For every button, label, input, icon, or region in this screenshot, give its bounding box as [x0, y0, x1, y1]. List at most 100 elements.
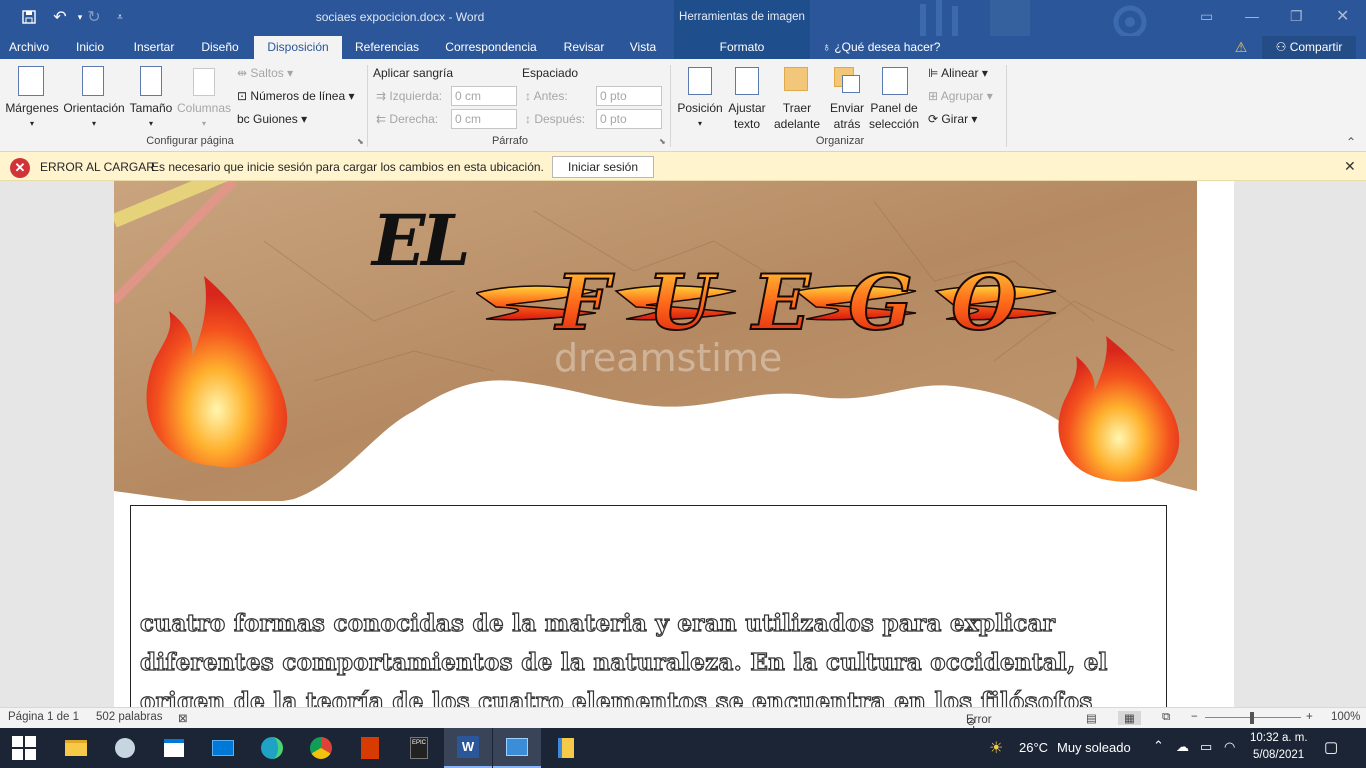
group-separator: [670, 65, 671, 147]
chevron-up-icon[interactable]: ⌃: [1153, 738, 1164, 754]
notifications-icon[interactable]: ▢: [1324, 738, 1338, 756]
onedrive-icon[interactable]: ☁: [1176, 739, 1189, 755]
print-layout-icon[interactable]: ▦: [1118, 711, 1141, 725]
chrome-icon[interactable]: [297, 728, 345, 768]
start-button[interactable]: [0, 728, 48, 768]
warning-icon[interactable]: ⚠: [1230, 36, 1252, 59]
tab-formato[interactable]: Formato: [674, 36, 810, 59]
group-label-arrange: Organizar: [815, 135, 865, 147]
document-page[interactable]: dreamstime EL FUEGO cuatro formas conoci…: [114, 181, 1234, 707]
orientation-icon: [82, 66, 104, 96]
message-text: Es necesario que inicie sesión para carg…: [151, 160, 544, 174]
text-box[interactable]: cuatro formas conocidas de la materia y …: [130, 505, 1167, 707]
tab-inicio[interactable]: Inicio: [66, 36, 114, 59]
clock-date[interactable]: 5/08/2021: [1253, 749, 1304, 761]
ribbon-display-options-icon[interactable]: ▭: [1200, 8, 1213, 25]
indent-right-icon: ⇇: [376, 112, 387, 126]
collapse-ribbon-icon[interactable]: ⌃: [1346, 135, 1356, 149]
office-icon[interactable]: [346, 728, 394, 768]
align-icon: ⊫: [928, 66, 939, 80]
web-layout-icon[interactable]: ⧉: [1162, 711, 1170, 724]
spacing-after-icon: ↕: [525, 112, 531, 126]
maximize-button[interactable]: ❐: [1290, 8, 1303, 25]
fuego-text: FUEGO: [554, 263, 1055, 343]
group-label-page-setup: Configurar página: [146, 135, 234, 147]
proofing-icon[interactable]: ⊠: [178, 711, 188, 725]
page-setup-launcher-icon[interactable]: ⬊: [357, 137, 364, 146]
tab-archivo[interactable]: Archivo: [0, 36, 58, 59]
lightbulb-icon: ♁: [822, 40, 831, 54]
wrap-text-icon: [735, 67, 759, 95]
tab-disposicion[interactable]: Disposición: [254, 36, 342, 59]
zoom-slider-thumb[interactable]: [1250, 712, 1254, 724]
title-decoration: [920, 0, 1147, 36]
weather-temp[interactable]: 26°C: [1019, 740, 1048, 755]
close-button[interactable]: ✕: [1336, 6, 1349, 26]
minimize-button[interactable]: —: [1245, 8, 1259, 24]
tab-revisar[interactable]: Revisar: [556, 36, 612, 59]
ribbon-tabs: Archivo Inicio Insertar Diseño Disposici…: [0, 36, 1366, 59]
chevron-down-icon: ▾: [29, 119, 34, 128]
rotate-button[interactable]: ⟳ Girar ▾: [928, 112, 977, 126]
hyphenation-button[interactable]: bc Guiones ▾: [237, 112, 307, 126]
spacing-before-icon: ↕: [525, 89, 531, 103]
spacing-after-input[interactable]: 0 pto: [596, 109, 662, 129]
breaks-icon: ⇹: [237, 66, 248, 80]
heading-el: EL: [372, 199, 471, 282]
message-title: ERROR AL CARGAR: [40, 160, 155, 174]
align-button[interactable]: ⊫ Alinear ▾: [928, 66, 988, 80]
tell-me-search[interactable]: ♁ ¿Qué desea hacer?: [822, 36, 952, 59]
sign-in-button[interactable]: Iniciar sesión: [552, 156, 654, 178]
store-icon[interactable]: [150, 728, 198, 768]
document-area[interactable]: dreamstime EL FUEGO cuatro formas conoci…: [0, 181, 1366, 707]
zoom-in-button[interactable]: +: [1306, 711, 1313, 723]
share-button[interactable]: ⚇ Compartir: [1262, 36, 1356, 59]
group-icon: ⊞: [928, 89, 939, 103]
read-mode-icon[interactable]: ▤: [1086, 711, 1097, 725]
word-count[interactable]: 502 palabras: [96, 711, 163, 723]
paragraph-launcher-icon[interactable]: ⬊: [659, 137, 666, 146]
battery-icon[interactable]: ▭: [1200, 739, 1212, 755]
word-taskbar-icon[interactable]: W: [444, 728, 492, 768]
zoom-level[interactable]: 100%: [1331, 711, 1360, 723]
status-bar: Página 1 de 1 502 palabras ⊠ ⊘ Error al …: [0, 707, 1366, 750]
steam-icon[interactable]: [101, 728, 149, 768]
document-line: diferentes comportamientos de la natural…: [139, 648, 1108, 676]
windows-icon: [12, 736, 36, 760]
mail-icon[interactable]: [199, 728, 247, 768]
indent-title: Aplicar sangría: [373, 66, 454, 80]
chevron-down-icon: ▾: [201, 119, 206, 128]
close-message-icon[interactable]: ✕: [1344, 158, 1356, 175]
person-icon: ⚇: [1275, 40, 1287, 54]
weather-icon[interactable]: ☀: [989, 738, 1003, 758]
zoom-out-button[interactable]: −: [1191, 711, 1198, 723]
tab-diseno[interactable]: Diseño: [192, 36, 248, 59]
spacing-before-input[interactable]: 0 pto: [596, 86, 662, 106]
tab-vista[interactable]: Vista: [622, 36, 664, 59]
folder-taskbar-icon[interactable]: [542, 728, 590, 768]
tab-insertar[interactable]: Insertar: [124, 36, 184, 59]
document-line: origen de la teoría de los cuatro elemen…: [139, 687, 1093, 707]
clock-time[interactable]: 10:32 a. m.: [1250, 732, 1308, 744]
weather-desc[interactable]: Muy soleado: [1057, 740, 1131, 755]
tab-correspondencia[interactable]: Correspondencia: [436, 36, 546, 59]
chevron-down-icon: ▾: [91, 119, 96, 128]
message-bar: ✕ ERROR AL CARGAR Es necesario que inici…: [0, 152, 1366, 181]
selection-pane-icon: [882, 67, 908, 95]
photos-taskbar-icon[interactable]: [493, 728, 541, 768]
indent-left-input[interactable]: 0 cm: [451, 86, 517, 106]
wifi-icon[interactable]: ◠: [1224, 739, 1235, 755]
edge-icon[interactable]: [248, 728, 296, 768]
epic-games-icon[interactable]: EPIC: [395, 728, 443, 768]
fuego-wordart[interactable]: FUEGO: [476, 263, 1210, 343]
file-explorer-icon[interactable]: [52, 728, 100, 768]
spacing-title: Espaciado: [522, 66, 579, 80]
page-count[interactable]: Página 1 de 1: [8, 711, 79, 723]
indent-right-input[interactable]: 0 cm: [451, 109, 517, 129]
bring-forward-icon: [784, 67, 808, 91]
tab-referencias[interactable]: Referencias: [350, 36, 424, 59]
line-numbers-button[interactable]: ⊡ Números de línea ▾: [237, 89, 354, 103]
error-icon: ✕: [10, 158, 30, 178]
group-separator: [1006, 65, 1007, 147]
indent-left-label: ⇉ Izquierda:: [376, 89, 443, 103]
